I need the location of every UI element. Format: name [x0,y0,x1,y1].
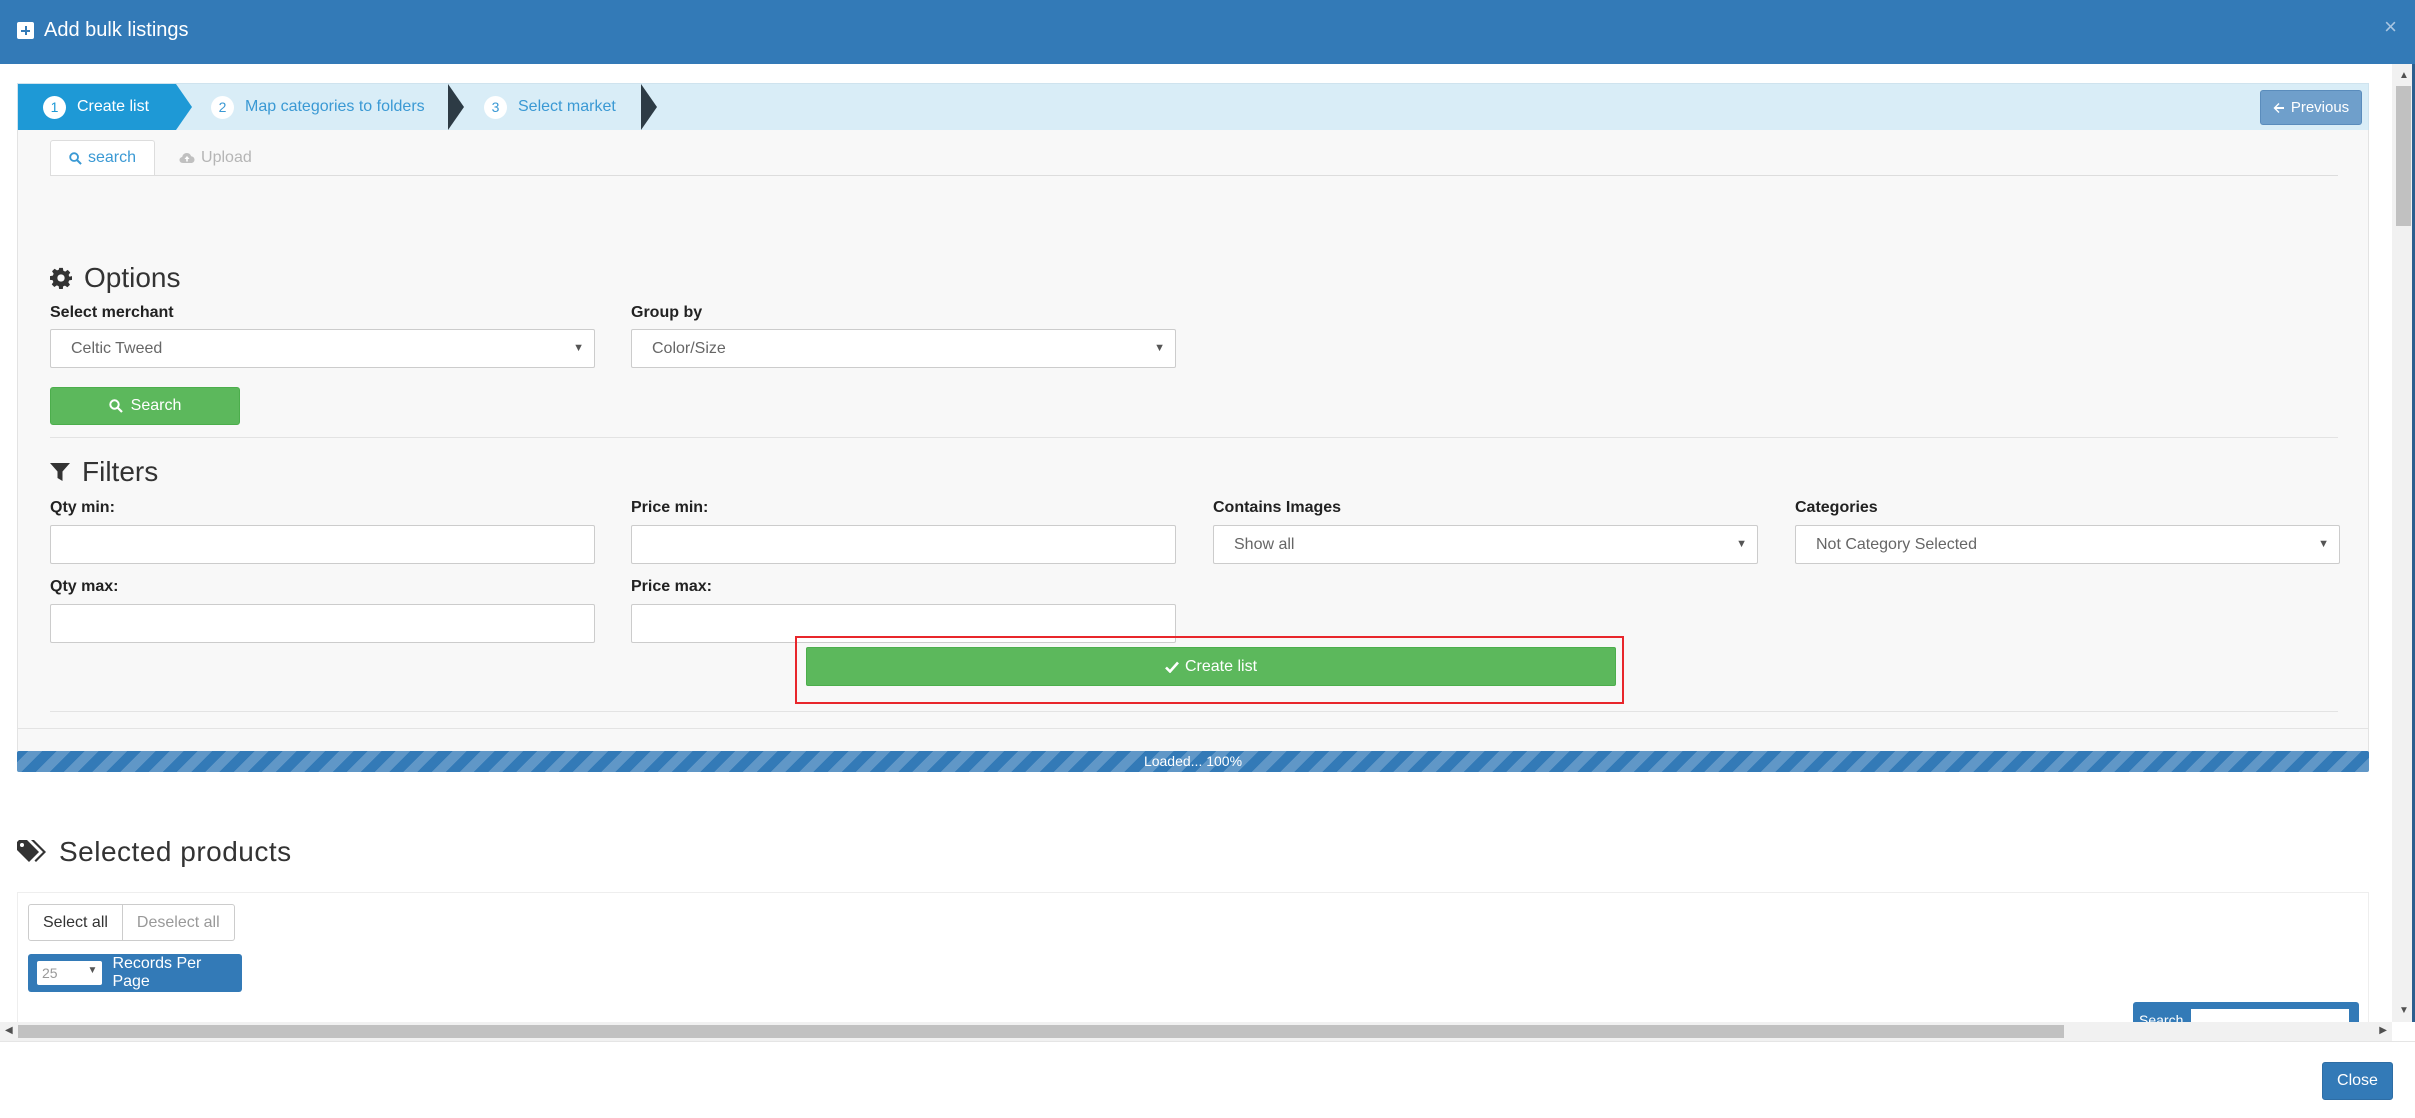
price-min-input[interactable] [631,525,1176,564]
step-number: 2 [211,95,234,119]
scroll-up-icon[interactable]: ▲ [2399,70,2409,81]
wizard-step-create-list[interactable]: 1 Create list [18,84,176,130]
price-min-label: Price min: [631,499,709,516]
merchant-label: Select merchant [50,304,174,321]
records-per-page-select[interactable]: 25 ▼ [37,961,103,985]
select-all-button[interactable]: Select all [28,904,123,941]
close-icon[interactable]: × [2384,14,2397,40]
search-icon [108,399,123,413]
images-label: Contains Images [1213,499,1342,516]
groupby-label: Group by [631,304,703,321]
caret-down-icon: ▼ [573,342,584,354]
qty-min-input[interactable] [50,525,595,564]
horizontal-scrollbar[interactable]: ◀ ▶ [0,1022,2392,1041]
cloud-upload-icon [179,153,195,163]
previous-label: Previous [2290,99,2350,116]
tags-icon [17,840,46,862]
table-search: Search [2133,1002,2359,1022]
step-separator-arrow [448,84,464,130]
qty-max-input[interactable] [50,604,595,643]
step-arrow [176,84,192,130]
caret-down-icon: ▼ [1736,538,1747,550]
images-select[interactable]: Show all ▼ [1213,525,1758,564]
create-list-label: Create list [1184,657,1258,675]
categories-select[interactable]: Not Category Selected ▼ [1795,525,2340,564]
groupby-value: Color/Size [652,339,726,357]
records-value: 25 [42,965,58,981]
filters-heading: Filters [50,456,158,488]
wizard-step-map-categories[interactable]: 2 Map categories to folders [211,84,425,130]
search-button-label: Search [130,397,182,414]
step-number: 3 [484,95,507,119]
merchant-value: Celtic Tweed [71,339,163,357]
price-max-label: Price max: [631,578,712,595]
tab-upload[interactable]: Upload [161,140,270,176]
filter-icon [50,463,70,481]
caret-down-icon: ▼ [1154,342,1165,354]
filters-title: Filters [82,456,159,487]
caret-down-icon: ▼ [87,965,98,976]
modal-header: Add bulk listings × [0,0,2415,64]
options-title: Options [84,262,181,293]
tab-search[interactable]: search [50,140,156,176]
close-button[interactable]: Close [2322,1062,2393,1100]
vertical-scroll-thumb[interactable] [2396,86,2411,226]
search-icon [69,151,82,165]
modal-footer: Close [0,1041,2415,1118]
section-divider [17,728,2369,729]
merchant-select[interactable]: Celtic Tweed ▼ [50,329,595,368]
products-table-container [17,892,2369,1022]
qty-min-label: Qty min: [50,499,115,516]
products-title: Selected products [59,836,292,867]
step-label: Select market [518,98,616,115]
plus-square-icon [17,22,34,39]
progress-bar: Loaded... 100% [17,751,2369,772]
table-search-label: Search [2139,1012,2184,1022]
selection-button-group: Select all Deselect all [28,904,235,941]
tab-upload-label: Upload [201,149,252,166]
search-button[interactable]: Search [50,387,240,425]
scroll-down-icon[interactable]: ▼ [2399,1005,2409,1016]
previous-button[interactable]: Previous [2260,90,2362,125]
tab-search-label: search [88,149,137,166]
gear-icon [50,267,72,289]
modal-body: 1 Create list 2 Map categories to folder… [0,64,2392,1022]
scroll-left-icon[interactable]: ◀ [5,1025,13,1036]
records-per-page-label: Records Per Page [112,955,202,990]
scroll-right-icon[interactable]: ▶ [2379,1025,2387,1036]
wizard-step-select-market[interactable]: 3 Select market [484,84,616,130]
table-search-input[interactable] [2191,1009,2349,1022]
groupby-select[interactable]: Color/Size ▼ [631,329,1176,368]
products-heading: Selected products [17,836,292,868]
section-divider [50,437,2338,438]
check-icon [1165,661,1179,673]
source-tabs: search Upload [50,140,270,176]
step-label: Map categories to folders [245,98,425,115]
images-value: Show all [1234,535,1295,553]
step-separator-arrow [641,84,657,130]
qty-max-label: Qty max: [50,578,119,595]
modal-title: Add bulk listings [44,19,189,41]
horizontal-scroll-thumb[interactable] [18,1025,2064,1038]
section-divider [50,711,2338,712]
step-number: 1 [43,95,66,119]
options-heading: Options [50,262,181,294]
categories-label: Categories [1795,499,1878,516]
create-list-button[interactable]: Create list [806,647,1616,686]
progress-text: Loaded... 100% [1143,753,1243,769]
step-label: Create list [77,98,150,115]
records-per-page-control: 25 ▼ Records Per Page [28,954,242,992]
wizard-steps: 1 Create list 2 Map categories to folder… [17,83,2369,131]
categories-value: Not Category Selected [1816,535,1977,553]
arrow-left-icon [2273,102,2284,113]
caret-down-icon: ▼ [2318,538,2329,550]
tab-divider [50,175,2338,176]
deselect-all-button[interactable]: Deselect all [122,904,235,941]
